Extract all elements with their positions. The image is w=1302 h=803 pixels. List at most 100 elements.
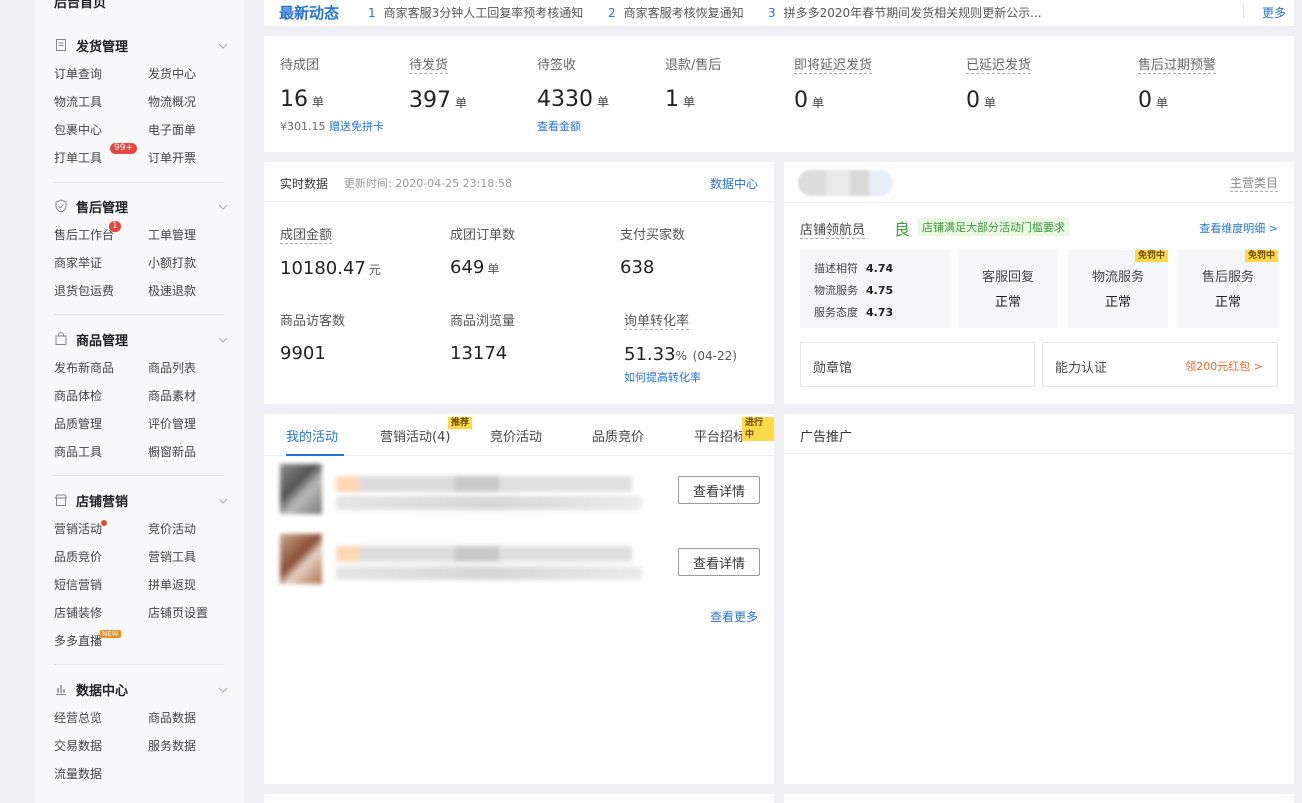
view-details-button[interactable]: 查看详情 [678,548,760,576]
new-badge: NEW [100,630,121,638]
sidebar-item-live-stream[interactable]: 多多直播 NEW [54,627,148,655]
news-item[interactable]: 1 商家客服3分钟人工回复率预考核通知 [368,4,583,21]
sidebar-item-ticket-management[interactable]: 工单管理 [148,221,242,249]
sidebar-item-showcase-new[interactable]: 橱窗新品 [148,438,242,466]
chevron-down-icon[interactable] [218,684,228,694]
tab-platform-bidding[interactable]: 平台招标 [694,426,746,445]
sidebar-item-cashback[interactable]: 拼单返现 [148,571,242,599]
news-item[interactable]: 3 拼多多2020年春节期间发货相关规则更新公示... [768,4,1042,21]
chevron-down-icon[interactable] [218,201,228,211]
sidebar-section-header[interactable]: 发货管理 [34,30,244,60]
sidebar-item-trade-data[interactable]: 交易数据 [54,732,148,760]
metric-value: 13174 [450,343,508,364]
order-stat-aftersales-warning[interactable]: 售后过期预警 0单 [1138,54,1217,113]
chevron-down-icon[interactable] [218,495,228,505]
service-box-customer-reply[interactable]: 客服回复 正常 [958,250,1058,328]
ability-certification-button[interactable]: 能力认证 领200元红包 > [1042,342,1278,387]
sidebar-item-return-shipping[interactable]: 退货包运费 [54,277,148,305]
service-box-logistics[interactable]: 免罚中 物流服务 正常 [1068,250,1168,328]
sidebar-item-service-data[interactable]: 服务数据 [148,732,242,760]
sidebar-section-header[interactable]: 售后管理 [34,191,244,221]
view-more-link[interactable]: 查看更多 [710,608,758,625]
sidebar-item-marketing-activity[interactable]: 营销活动 [54,515,148,543]
view-details-button[interactable]: 查看详情 [678,476,760,504]
sidebar-item-sms-marketing[interactable]: 短信营销 [54,571,148,599]
sidebar-item-e-waybill[interactable]: 电子面单 [148,116,242,144]
sidebar-home[interactable]: 后台首页 [54,0,106,11]
notification-badge: 1 [109,221,121,232]
service-box-aftersales[interactable]: 免罚中 售后服务 正常 [1178,250,1278,328]
sidebar-item-shipping-center[interactable]: 发货中心 [148,60,242,88]
sidebar-section-data: 数据中心 经营总览 商品数据 交易数据 服务数据 流量数据 [34,674,244,788]
order-stat-refund[interactable]: 退款/售后 1单 [665,54,721,112]
sidebar-item-logistics-overview[interactable]: 物流概况 [148,88,242,116]
sidebar-section-header[interactable]: 店铺营销 [34,485,244,515]
sidebar-item-quality-bidding[interactable]: 品质竞价 [54,543,148,571]
store-icon [54,493,68,507]
tab-bidding-activities[interactable]: 竞价活动 [490,426,542,445]
news-bar: 最新动态 1 商家客服3分钟人工回复率预考核通知 2 商家客服考核恢复通知 3 拼多多… [264,0,1294,26]
medal-hall-button[interactable]: 勋章馆 [800,342,1035,387]
sidebar-item-order-invoice[interactable]: 订单开票 [148,144,242,172]
sidebar-item-aftersales-desk[interactable]: 售后工作台 1 [54,221,148,249]
sidebar-item-order-query[interactable]: 订单查询 [54,60,148,88]
order-stat-to-sign[interactable]: 待签收 4330 单 查看金额 [537,54,609,134]
chevron-down-icon[interactable] [218,40,228,50]
main-category-link[interactable]: 主营类目 [1229,174,1278,192]
red-packet-link[interactable]: 领200元红包 > [1185,358,1263,374]
sidebar-item-package-center[interactable]: 包裹中心 [54,116,148,144]
order-stat-delayed[interactable]: 已延迟发货 0单 [966,54,1032,113]
sidebar-item-quality-management[interactable]: 品质管理 [54,410,148,438]
data-center-link[interactable]: 数据中心 [710,175,758,192]
sidebar-item-fast-refund[interactable]: 极速退款 [148,277,242,305]
news-text: 拼多多2020年春节期间发货相关规则更新公示... [783,6,1042,20]
sidebar-section-header[interactable]: 商品管理 [34,324,244,354]
improve-conversion-link[interactable]: 如何提高转化率 [624,369,737,385]
order-stat-label: 售后过期预警 [1138,54,1217,74]
activity-thumbnail-blurred [280,534,322,584]
order-stat-to-ship[interactable]: 待发货 397 单 [409,54,467,113]
metric-label[interactable]: 成团金额 [280,224,333,244]
metric-label[interactable]: 询单转化率 [624,310,690,330]
free-group-card-link[interactable]: 赠送免拼卡 [329,120,384,133]
sidebar-item-traffic-data[interactable]: 流量数据 [54,760,148,788]
news-more-link[interactable]: 更多 [1262,4,1286,21]
sidebar-item-product-checkup[interactable]: 商品体检 [54,382,148,410]
sidebar-item-label: 售后工作台 [54,228,115,242]
sidebar-item-store-page-settings[interactable]: 店铺页设置 [148,599,242,627]
sidebar-item-merchant-evidence[interactable]: 商家举证 [54,249,148,277]
service-status: 正常 [1104,295,1131,310]
sidebar-item-store-decoration[interactable]: 店铺装修 [54,599,148,627]
sidebar-item-logistics-tools[interactable]: 物流工具 [54,88,148,116]
sidebar-item-marketing-tools[interactable]: 营销工具 [148,543,242,571]
order-stat-label: 待成团 [280,58,320,73]
activity-item: 查看详情 [280,464,760,520]
news-title: 最新动态 [279,4,340,22]
tab-quality-bidding[interactable]: 品质竞价 [592,426,644,445]
metric-label: 商品浏览量 [450,314,516,329]
tab-marketing-activities[interactable]: 营销活动(4) [380,426,450,445]
sidebar-section-header[interactable]: 数据中心 [34,674,244,704]
order-stat-pending-group[interactable]: 待成团 16 单 ¥301.15 赠送免拼卡 [280,54,384,134]
sidebar-item-product-list[interactable]: 商品列表 [148,354,242,382]
view-amount-link[interactable]: 查看金额 [537,120,581,133]
panel-header: 实时数据 更新时间: 2020-04-25 23:18:58 数据中心 [264,162,774,202]
ads-panel: 广告推广 [784,414,1294,784]
sidebar-item-product-tools[interactable]: 商品工具 [54,438,148,466]
order-stat-soon-delayed[interactable]: 即将延迟发货 0单 [794,54,873,113]
tab-my-activities[interactable]: 我的活动 [286,426,338,445]
sidebar-item-small-payment[interactable]: 小额打款 [148,249,242,277]
order-stat-value: 16 单 [280,87,325,112]
sidebar-section-aftersales: 售后管理 售后工作台 1 工单管理 商家举证 小额打款 退货包运费 极速退款 [34,191,244,305]
sidebar-item-product-data[interactable]: 商品数据 [148,704,242,732]
sidebar-item-bidding-activity[interactable]: 竞价活动 [148,515,242,543]
sidebar-item-publish-product[interactable]: 发布新商品 [54,354,148,382]
sidebar-item-product-assets[interactable]: 商品素材 [148,382,242,410]
sidebar-item-review-management[interactable]: 评价管理 [148,410,242,438]
metric-label: 支付买家数 [620,228,686,243]
sidebar-item-business-overview[interactable]: 经营总览 [54,704,148,732]
sidebar-item-print-tool[interactable]: 打单工具 99+ [54,143,148,172]
news-item[interactable]: 2 商家客服考核恢复通知 [608,4,744,21]
chevron-down-icon[interactable] [218,334,228,344]
view-dimension-detail-link[interactable]: 查看维度明细 > [1199,220,1278,236]
